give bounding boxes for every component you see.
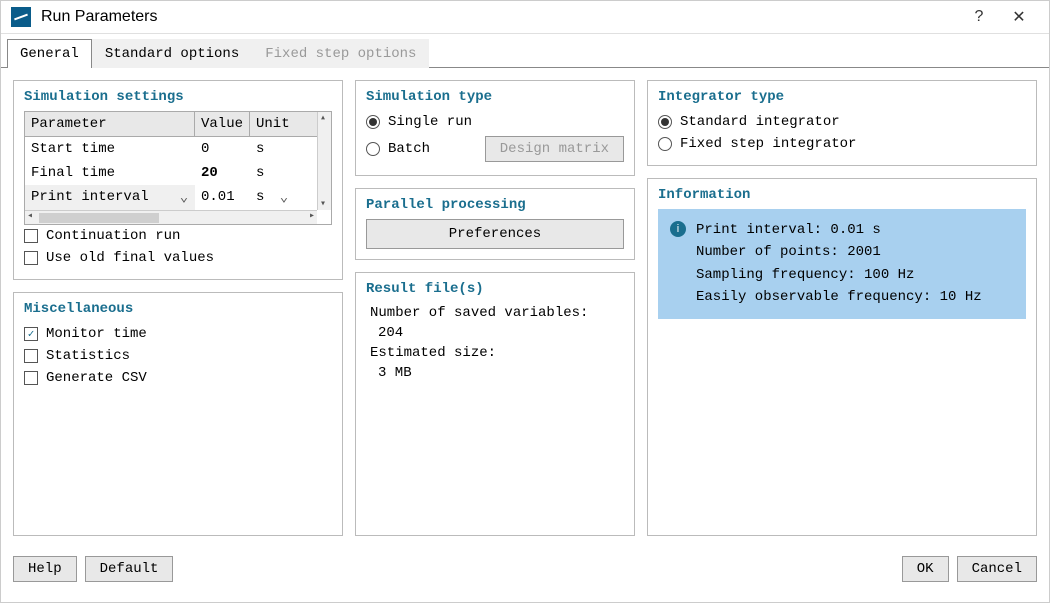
checkbox-continuation-run[interactable]: Continuation run [24,225,332,247]
checkbox-label: Use old final values [46,250,214,266]
estimated-size-label: Estimated size: [366,343,624,363]
estimated-size-value: 3 MB [366,363,624,383]
checkbox-label: Continuation run [46,228,180,244]
checkbox-label: Generate CSV [46,370,147,386]
checkbox-icon[interactable] [24,229,38,243]
cell-param: Final time [25,161,195,185]
table-header: Parameter Value Unit [25,112,317,137]
radio-icon[interactable] [366,142,380,156]
cell-unit: s [250,137,295,161]
checkbox-icon[interactable] [24,251,38,265]
cell-param: Start time [25,137,195,161]
group-title: Parallel processing [366,197,624,213]
help-icon[interactable]: ? [959,8,999,26]
cell-value[interactable]: 0 [195,137,250,161]
tab-general[interactable]: General [7,39,92,68]
close-icon[interactable]: ✕ [999,7,1039,27]
design-matrix-button: Design matrix [485,136,624,162]
radio-fixed-step-integrator[interactable]: Fixed step integrator [658,133,1026,155]
info-icon: i [670,221,686,237]
radio-standard-integrator[interactable]: Standard integrator [658,111,1026,133]
default-button[interactable]: Default [85,556,174,582]
group-simulation-settings: Simulation settings Parameter Value Unit… [13,80,343,280]
radio-batch[interactable]: Batch Design matrix [366,133,624,165]
checkbox-statistics[interactable]: Statistics [24,345,332,367]
radio-icon[interactable] [658,137,672,151]
table-row[interactable]: Print interval⌄ 0.01 s⌄ [25,185,317,210]
cell-unit: s [250,161,295,185]
checkbox-generate-csv[interactable]: Generate CSV [24,367,332,389]
group-title: Miscellaneous [24,301,332,317]
info-line: Print interval: 0.01 s [696,219,982,241]
chevron-down-icon[interactable]: ⌄ [179,189,189,206]
cell-unit[interactable]: s⌄ [250,185,295,210]
group-result-files: Result file(s) Number of saved variables… [355,272,635,536]
group-title: Information [658,187,1026,203]
parameter-table[interactable]: Parameter Value Unit Start time 0 s Fina… [24,111,332,225]
checkbox-use-old-final-values[interactable]: Use old final values [24,247,332,269]
radio-label: Standard integrator [680,114,840,130]
info-line: Number of points: 2001 [696,241,982,263]
ok-button[interactable]: OK [902,556,949,582]
group-title: Simulation type [366,89,624,105]
checkbox-label: Statistics [46,348,130,364]
tab-standard-options[interactable]: Standard options [92,39,252,68]
col-unit: Unit [250,112,295,136]
checkbox-icon[interactable] [24,371,38,385]
group-simulation-type: Simulation type Single run Batch Design … [355,80,635,176]
info-box: i Print interval: 0.01 s Number of point… [658,209,1026,319]
titlebar: Run Parameters ? ✕ [1,1,1049,34]
checkbox-label: Monitor time [46,326,147,342]
checkbox-icon[interactable]: ✓ [24,327,38,341]
window-title: Run Parameters [41,8,158,26]
radio-label: Fixed step integrator [680,136,856,152]
group-title: Result file(s) [366,281,624,297]
col-value: Value [195,112,250,136]
info-line: Sampling frequency: 100 Hz [696,264,982,286]
content-area: Simulation settings Parameter Value Unit… [1,68,1049,548]
preferences-button[interactable]: Preferences [366,219,624,249]
group-title: Integrator type [658,89,1026,105]
saved-variables-value: 204 [366,323,624,343]
radio-label: Single run [388,114,472,130]
cancel-button[interactable]: Cancel [957,556,1037,582]
group-miscellaneous: Miscellaneous ✓ Monitor time Statistics … [13,292,343,536]
cell-value[interactable]: 0.01 [195,185,250,210]
tab-fixed-step-options: Fixed step options [252,39,429,68]
radio-icon[interactable] [658,115,672,129]
group-parallel-processing: Parallel processing Preferences [355,188,635,260]
table-row[interactable]: Start time 0 s [25,137,317,161]
radio-single-run[interactable]: Single run [366,111,624,133]
chevron-down-icon[interactable]: ⌄ [279,189,289,206]
group-integrator-type: Integrator type Standard integrator Fixe… [647,80,1037,166]
checkbox-icon[interactable] [24,349,38,363]
group-information: Information i Print interval: 0.01 s Num… [647,178,1037,536]
checkbox-monitor-time[interactable]: ✓ Monitor time [24,323,332,345]
radio-icon[interactable] [366,115,380,129]
app-icon [11,7,31,27]
group-title: Simulation settings [24,89,332,105]
scrollbar-vertical[interactable] [317,112,331,210]
saved-variables-label: Number of saved variables: [366,303,624,323]
cell-value[interactable]: 20 [195,161,250,185]
scrollbar-horizontal[interactable] [25,210,317,224]
table-row[interactable]: Final time 20 s [25,161,317,185]
info-line: Easily observable frequency: 10 Hz [696,286,982,308]
help-button[interactable]: Help [13,556,77,582]
footer: Help Default OK Cancel [1,548,1049,590]
tab-bar: General Standard options Fixed step opti… [1,38,1049,68]
radio-label: Batch [388,141,430,157]
cell-param[interactable]: Print interval⌄ [25,185,195,210]
col-parameter: Parameter [25,112,195,136]
